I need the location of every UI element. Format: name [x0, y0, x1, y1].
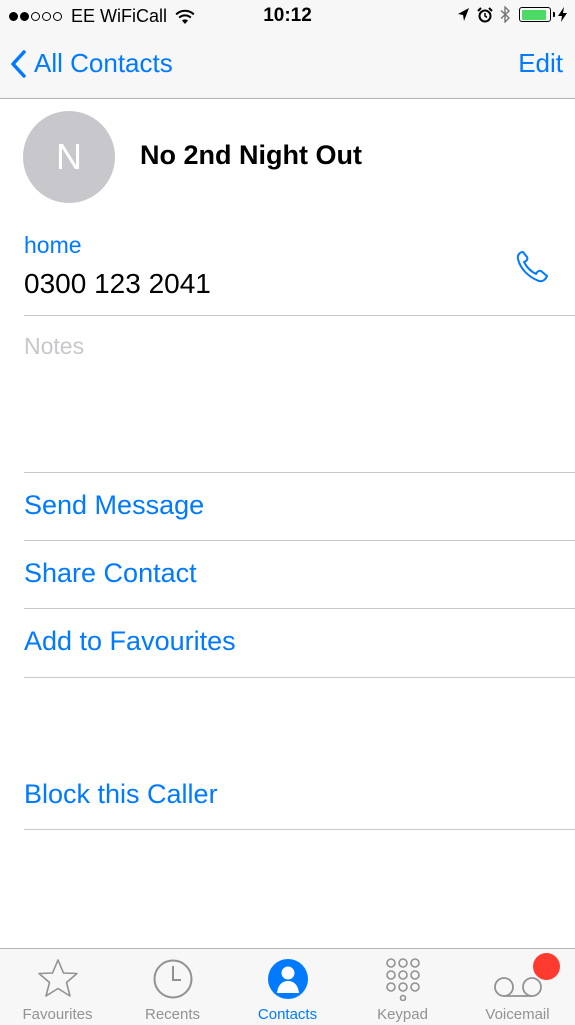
send-message-button[interactable]: Send Message — [24, 490, 204, 521]
voicemail-badge — [533, 953, 560, 980]
add-to-favourites-button[interactable]: Add to Favourites — [24, 626, 236, 657]
tab-recents[interactable]: Recents — [115, 949, 230, 1025]
avatar: N — [23, 111, 115, 203]
star-icon — [37, 959, 78, 997]
phone-label: home — [24, 232, 82, 258]
block-caller-button[interactable]: Block this Caller — [24, 779, 218, 810]
divider — [24, 315, 575, 316]
divider — [24, 608, 575, 609]
battery-icon — [519, 7, 555, 22]
phone-call-icon[interactable] — [513, 246, 553, 286]
tab-favourites[interactable]: Favourites — [0, 949, 115, 1025]
tab-keypad[interactable]: Keypad — [345, 949, 460, 1025]
keypad-icon — [385, 958, 420, 1001]
tab-label: Contacts — [257, 1006, 318, 1023]
bluetooth-icon — [500, 6, 511, 23]
chevron-left-icon — [11, 49, 26, 78]
tab-label: Favourites — [22, 1006, 93, 1023]
navigation-bar: All Contacts Edit — [0, 32, 575, 99]
share-contact-button[interactable]: Share Contact — [24, 558, 197, 589]
battery-level — [521, 9, 546, 20]
back-button-label: All Contacts — [34, 48, 173, 78]
tab-contacts[interactable]: Contacts — [230, 949, 345, 1025]
divider — [24, 540, 575, 541]
charging-bolt-icon — [558, 7, 567, 22]
alarm-icon — [477, 6, 493, 22]
location-arrow-icon — [458, 8, 469, 21]
status-right — [450, 6, 567, 23]
person-icon — [267, 959, 308, 999]
status-bar: EE WiFiCall 10:12 — [0, 0, 575, 32]
tab-label: Keypad — [377, 1006, 428, 1023]
contact-name: No 2nd Night Out — [140, 140, 362, 170]
tab-label: Voicemail — [485, 1006, 550, 1023]
divider — [24, 677, 575, 678]
edit-button[interactable]: Edit — [518, 48, 563, 79]
tab-label: Recents — [144, 1006, 201, 1023]
divider — [24, 472, 575, 473]
clock-icon — [153, 959, 192, 999]
divider — [24, 829, 575, 830]
phone-number[interactable]: 0300 123 2041 — [24, 268, 211, 300]
back-button[interactable]: All Contacts — [10, 48, 173, 79]
notes-field[interactable]: Notes — [24, 333, 84, 360]
tab-bar: Favourites Recents Contacts Keypad Voice… — [0, 948, 575, 1025]
